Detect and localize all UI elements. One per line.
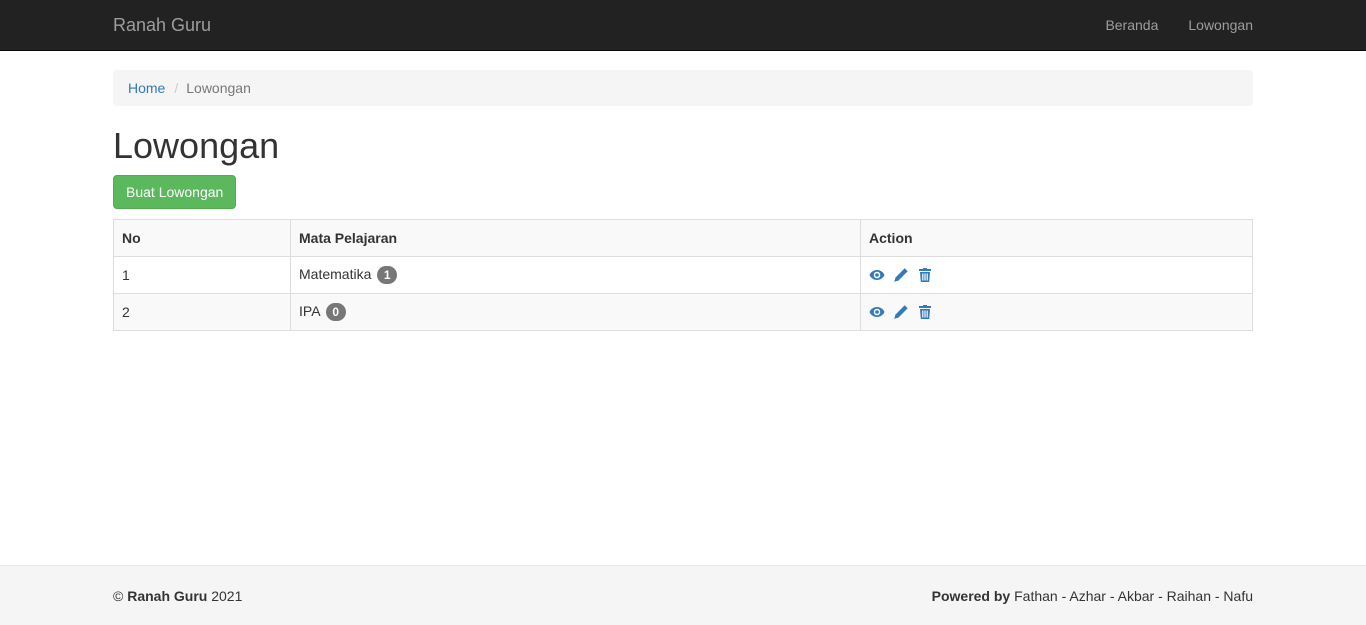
footer: © Ranah Guru 2021 Powered by Fathan - Az…: [0, 565, 1366, 625]
breadcrumb-home-link[interactable]: Home: [128, 80, 165, 96]
table-row: 2 IPA 0: [113, 293, 1253, 331]
row-actions: [860, 256, 1253, 294]
powered-by-label: Powered by: [931, 588, 1011, 604]
header-subject: Mata Pelajaran: [290, 219, 861, 257]
applicant-count-badge: 1: [377, 266, 398, 285]
breadcrumb-current: Lowongan: [186, 80, 251, 96]
top-navbar: Ranah Guru Beranda Lowongan: [0, 0, 1366, 51]
trash-icon[interactable]: [917, 304, 933, 320]
eye-icon[interactable]: [869, 267, 885, 283]
footer-brand: Ranah Guru: [127, 588, 208, 604]
page-title: Lowongan: [113, 125, 280, 166]
pencil-icon[interactable]: [893, 304, 909, 320]
footer-credits: Powered by Fathan - Azhar - Akbar - Raih…: [932, 588, 1253, 604]
footer-year: 2021: [211, 588, 243, 604]
footer-authors: Fathan - Azhar - Akbar - Raihan - Nafu: [1014, 588, 1253, 604]
breadcrumb-separator: /: [174, 80, 179, 96]
header-no: No: [113, 219, 291, 257]
applicant-count-badge: 0: [325, 303, 346, 322]
row-subject: IPA: [299, 302, 320, 319]
eye-icon[interactable]: [869, 304, 885, 320]
copyright-symbol: ©: [113, 588, 124, 604]
create-vacancy-button[interactable]: Buat Lowongan: [113, 175, 237, 209]
row-subject-cell: IPA 0: [290, 293, 861, 331]
footer-copyright: © Ranah Guru 2021: [113, 588, 242, 604]
row-number: 1: [113, 256, 291, 294]
row-subject: Matematika: [299, 265, 372, 282]
table-row: 1 Matematika 1: [113, 256, 1253, 294]
breadcrumb: Home / Lowongan: [113, 70, 1253, 106]
brand-link[interactable]: Ranah Guru: [113, 14, 211, 36]
vacancy-table: No Mata Pelajaran Action 1 Matematika 1: [113, 219, 1253, 331]
table-header-row: No Mata Pelajaran Action: [113, 219, 1253, 257]
trash-icon[interactable]: [917, 267, 933, 283]
nav-link-lowongan[interactable]: Lowongan: [1158, 0, 1253, 50]
pencil-icon[interactable]: [893, 267, 909, 283]
header-action: Action: [860, 219, 1253, 257]
nav-link-beranda[interactable]: Beranda: [1075, 0, 1158, 50]
row-actions: [860, 293, 1253, 331]
row-number: 2: [113, 293, 291, 331]
nav-links: Beranda Lowongan: [1075, 0, 1253, 50]
row-subject-cell: Matematika 1: [290, 256, 861, 294]
